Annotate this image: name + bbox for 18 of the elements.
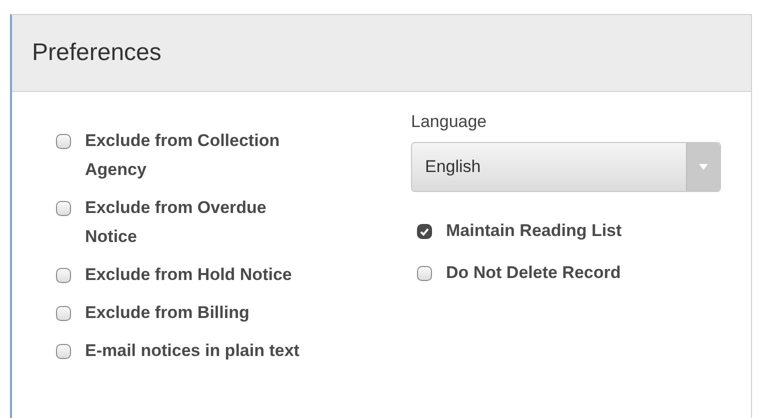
check-icon bbox=[420, 228, 429, 236]
checkbox[interactable] bbox=[56, 134, 71, 149]
checkbox[interactable] bbox=[56, 201, 71, 216]
checkbox[interactable] bbox=[417, 224, 432, 239]
language-dropdown[interactable]: English bbox=[411, 142, 721, 192]
checkbox[interactable] bbox=[56, 268, 71, 283]
checkbox[interactable] bbox=[56, 306, 71, 321]
panel-title: Preferences bbox=[32, 39, 162, 67]
checkbox[interactable] bbox=[417, 266, 432, 281]
checkbox-label: Exclude from Collection Agency bbox=[85, 130, 281, 181]
checkbox-label: Do Not Delete Record bbox=[446, 262, 621, 284]
language-label: Language bbox=[411, 112, 488, 132]
checkbox-label: E-mail notices in plain text bbox=[85, 340, 300, 362]
checkbox-label: Exclude from Billing bbox=[85, 302, 250, 324]
checkbox-label: Exclude from Hold Notice bbox=[85, 264, 293, 286]
checkbox-label: Maintain Reading List bbox=[446, 220, 622, 242]
checkbox[interactable] bbox=[56, 344, 71, 359]
checkbox-label: Exclude from Overdue Notice bbox=[85, 197, 268, 248]
